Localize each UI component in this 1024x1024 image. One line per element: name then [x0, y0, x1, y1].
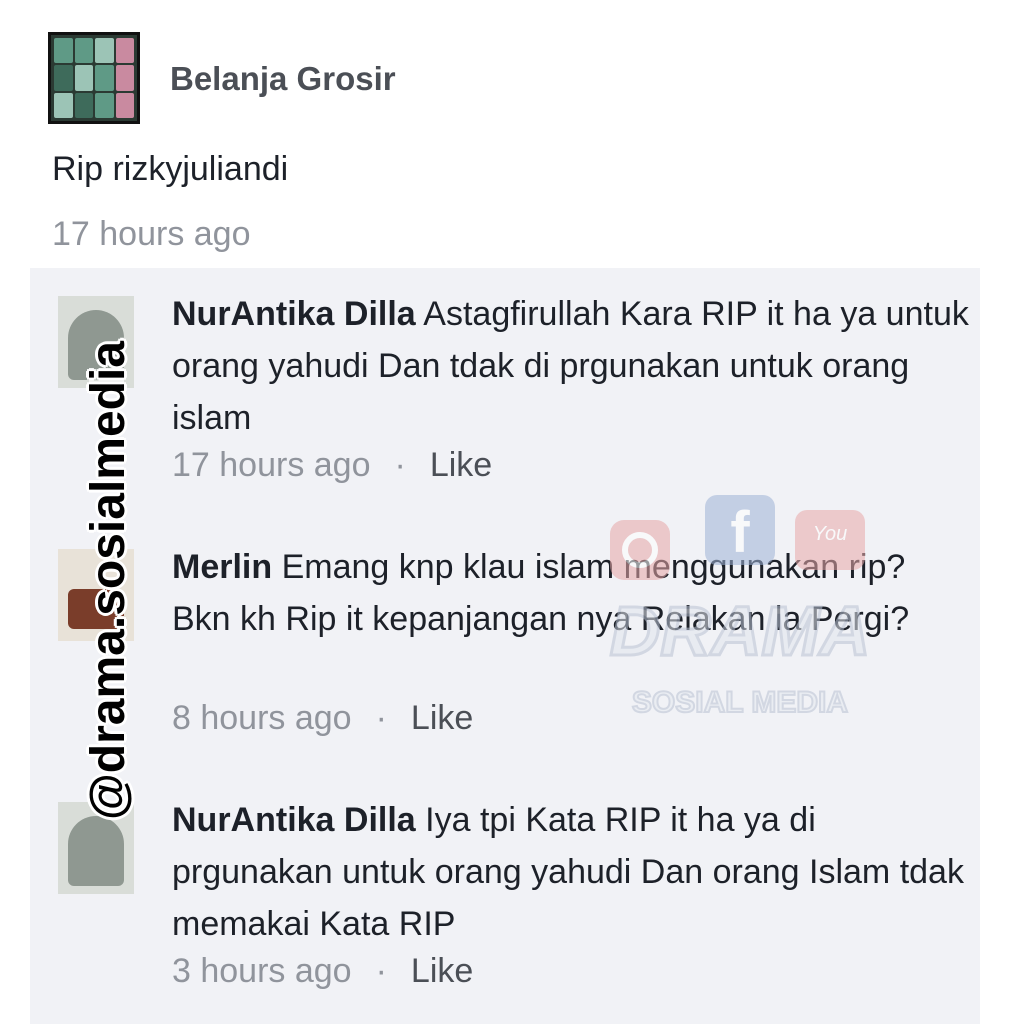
- like-button[interactable]: Like: [411, 699, 473, 737]
- page-avatar[interactable]: [48, 32, 140, 124]
- meta-separator: ·: [375, 699, 387, 737]
- like-button[interactable]: Like: [430, 446, 492, 484]
- comment-meta: 8 hours ago · Like: [172, 699, 473, 738]
- avatar[interactable]: [58, 549, 134, 641]
- comment-timestamp[interactable]: 17 hours ago: [172, 446, 371, 484]
- comment-text-first: Astagfirullah Kara RIP it ha: [415, 295, 831, 333]
- post: Belanja Grosir Rip rizkyjuliandi 17 hour…: [30, 20, 980, 268]
- comment-text-first: Emang knp klau islam menggunakan: [272, 548, 840, 586]
- comment-meta: 17 hours ago · Like: [172, 446, 492, 485]
- post-text: Rip rizkyjuliandi: [52, 150, 289, 188]
- comment-timestamp[interactable]: 8 hours ago: [172, 699, 352, 737]
- comment-text-rest: prgunakan untuk orang yahudi Dan orang I…: [172, 853, 964, 943]
- page-name[interactable]: Belanja Grosir: [170, 60, 396, 98]
- avatar[interactable]: [58, 802, 134, 894]
- avatar[interactable]: [58, 296, 134, 388]
- comment-list: NurAntika Dilla Astagfirullah Kara RIP i…: [30, 268, 980, 1024]
- comment-text-first: Iya tpi Kata RIP it ha ya di: [415, 801, 816, 839]
- comment-body: NurAntika Dilla Astagfirullah Kara RIP i…: [172, 288, 972, 444]
- comment-meta: 3 hours ago · Like: [172, 952, 473, 991]
- comment-body: Merlin Emang knp klau islam menggunakan …: [172, 541, 972, 645]
- meta-separator: ·: [375, 952, 387, 990]
- comment-timestamp[interactable]: 3 hours ago: [172, 952, 352, 990]
- meta-separator: ·: [394, 446, 406, 484]
- comment-body: NurAntika Dilla Iya tpi Kata RIP it ha y…: [172, 794, 972, 950]
- comment-author[interactable]: Merlin: [172, 548, 272, 586]
- comment-author[interactable]: NurAntika Dilla: [172, 295, 416, 333]
- like-button[interactable]: Like: [411, 952, 473, 990]
- comment-author[interactable]: NurAntika Dilla: [172, 801, 416, 839]
- post-timestamp[interactable]: 17 hours ago: [52, 215, 251, 254]
